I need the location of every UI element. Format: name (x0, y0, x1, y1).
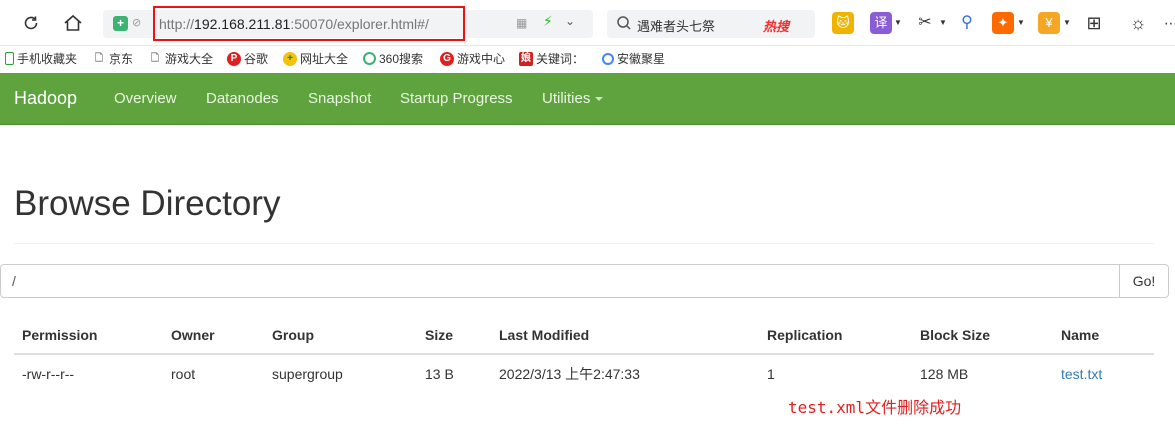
nav-utilities[interactable]: Utilities (542, 90, 604, 107)
page-icon: 🗋 (94, 52, 104, 64)
annotation-note: test.xml文件删除成功 (788, 398, 962, 417)
table-header-row: Permission Owner Group Size Last Modifie… (14, 318, 1154, 355)
bookmark-jd[interactable]: 🗋 京东 (92, 50, 133, 67)
bookmarks-bar: 手机收藏夹 🗋 京东 🗋 游戏大全 P 谷歌 + 网址大全 360搜索 G 游戏中心 娘关… (0, 46, 1175, 72)
caret-down-icon (595, 97, 604, 102)
bookmark-360-search[interactable]: 360搜索 (363, 50, 423, 67)
nav-startup-progress[interactable]: Startup Progress (400, 90, 513, 107)
niang-icon: 娘 (519, 51, 533, 66)
globe-icon (602, 52, 614, 65)
more-icon[interactable]: ⋯ (1160, 12, 1175, 34)
bookmark-label: 游戏大全 (165, 52, 214, 66)
column-header[interactable]: Block Size (912, 318, 1053, 355)
page-icon: 🗋 (150, 52, 160, 64)
permission-cell: -rw-r--r-- (22, 366, 75, 382)
go-button[interactable]: Go! (1119, 264, 1169, 298)
game-icon[interactable]: ✦ (992, 12, 1014, 34)
nav-overview[interactable]: Overview (114, 90, 177, 107)
home-icon[interactable] (60, 10, 86, 36)
brightness-icon[interactable]: ☼ (1127, 12, 1149, 34)
bookmark-label: 360搜索 (379, 52, 424, 66)
nav-utilities-label: Utilities (542, 90, 591, 107)
translate-icon[interactable]: 译 (870, 12, 892, 34)
bookmark-label: 网址大全 (300, 52, 349, 66)
bookmark-label: 谷歌 (244, 52, 269, 66)
column-header[interactable]: Replication (759, 318, 912, 355)
column-header[interactable]: Name (1053, 318, 1154, 355)
hot-search-label[interactable]: 热搜 (763, 16, 789, 35)
g-logo-icon: G (440, 51, 454, 66)
plus-icon: + (283, 51, 297, 66)
yen-icon[interactable]: ¥ (1038, 12, 1060, 34)
owner-cell: root (171, 366, 196, 382)
bookmark-label: 关键词： (536, 52, 585, 66)
shield-icon: + (113, 16, 128, 31)
chevron-down-icon[interactable]: ▼ (1063, 18, 1071, 27)
column-header[interactable]: Group (264, 318, 417, 355)
apps-grid-icon[interactable]: ⊞ (1083, 12, 1105, 34)
bookmark-label: 京东 (109, 52, 134, 66)
reload-icon[interactable] (18, 10, 44, 36)
column-header[interactable]: Size (417, 318, 491, 355)
divider (14, 243, 1154, 244)
last-modified-cell: 2022/3/13 上午2:47:33 (499, 366, 640, 382)
ring-icon (363, 52, 376, 65)
bookmark-keywords[interactable]: 娘关键词： (519, 50, 584, 67)
cat-extension-icon[interactable]: 🐱 (832, 12, 854, 34)
phone-icon (5, 52, 14, 65)
lock-icon: ⊘ (132, 17, 142, 29)
search-box[interactable]: 遇难者头七祭 热搜 (607, 10, 815, 38)
bookmark-label: 游戏中心 (457, 52, 506, 66)
size-cell: 13 B (425, 366, 454, 382)
bookmark-google[interactable]: P 谷歌 (227, 50, 268, 67)
chevron-down-icon[interactable]: ▼ (939, 18, 947, 27)
hadoop-navbar: Hadoop Overview Datanodes Snapshot Start… (0, 73, 1175, 125)
bolt-icon[interactable]: ⚡ (543, 13, 553, 30)
url-highlight-box (153, 6, 465, 41)
column-header[interactable]: Owner (163, 318, 264, 355)
scissors-icon[interactable]: ✂ (914, 12, 936, 34)
chevron-down-icon[interactable]: ⌄ (565, 14, 575, 28)
chevron-down-icon[interactable]: ▼ (894, 18, 902, 27)
block-size-cell: 128 MB (920, 366, 969, 382)
file-name-link[interactable]: test.txt (1053, 354, 1154, 393)
bookmark-mobile[interactable]: 手机收藏夹 (5, 50, 77, 67)
chevron-down-icon[interactable]: ▼ (1017, 18, 1025, 27)
bookmark-label: 手机收藏夹 (17, 52, 78, 66)
bookmark-anhui[interactable]: 安徽聚星 (602, 50, 665, 67)
bookmark-label: 安徽聚星 (617, 52, 666, 66)
p-logo-icon: P (227, 51, 241, 66)
directory-path-input[interactable] (0, 264, 1120, 298)
table-row: -rw-r--r-- root supergroup 13 B 2022/3/1… (14, 354, 1154, 393)
bookmark-game-center[interactable]: G 游戏中心 (440, 50, 505, 67)
nav-snapshot[interactable]: Snapshot (308, 90, 371, 107)
nav-datanodes[interactable]: Datanodes (206, 90, 279, 107)
bookmark-url-directory[interactable]: + 网址大全 (283, 50, 348, 67)
group-cell: supergroup (272, 366, 343, 382)
qr-code-icon[interactable]: ▦ (516, 16, 527, 30)
search-suggestion: 遇难者头七祭 (637, 19, 716, 34)
search-icon (617, 16, 631, 30)
brand-link[interactable]: Hadoop (14, 88, 77, 109)
bookmark-games[interactable]: 🗋 游戏大全 (148, 50, 213, 67)
column-header[interactable]: Last Modified (491, 318, 759, 355)
column-header[interactable]: Permission (14, 318, 163, 355)
page-title: Browse Directory (14, 184, 281, 223)
magnifier-icon[interactable]: ⚲ (956, 12, 978, 34)
browser-toolbar: + ⊘ ▦ ⚡ ⌄ http://192.168.211.81:50070/ex… (0, 0, 1175, 46)
directory-table: Permission Owner Group Size Last Modifie… (14, 318, 1154, 393)
replication-cell: 1 (767, 366, 775, 382)
